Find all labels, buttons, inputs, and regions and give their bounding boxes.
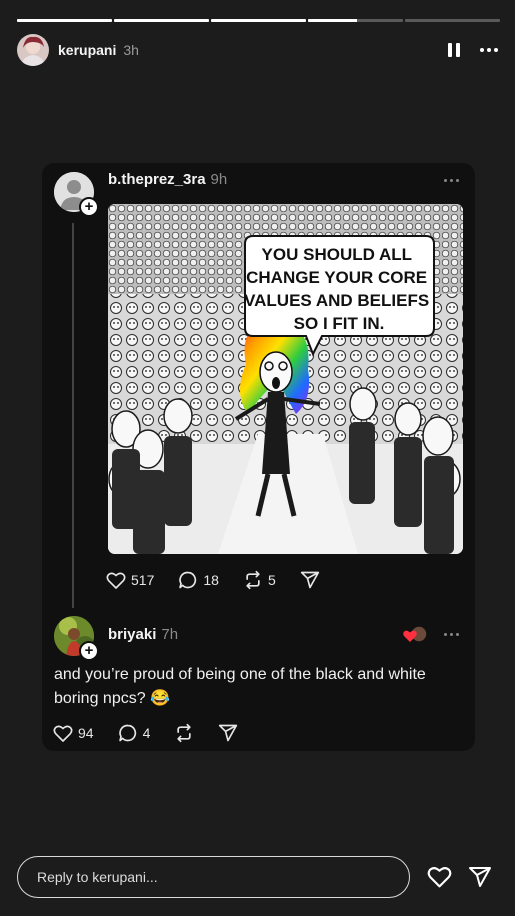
story-time: 3h [123, 42, 139, 58]
comment-count: 18 [203, 572, 219, 588]
progress-segment [308, 19, 403, 22]
post-more-icon[interactable] [444, 179, 459, 182]
progress-segment [211, 19, 306, 22]
reply-placeholder: Reply to kerupani... [37, 869, 158, 885]
repost-icon [174, 723, 194, 743]
meme-caption-line: CHANGE YOUR CORE [246, 268, 427, 287]
more-icon[interactable] [480, 48, 498, 52]
repost-button[interactable]: 5 [243, 570, 276, 590]
repost-icon [243, 570, 263, 590]
reply-more-icon[interactable] [444, 633, 459, 636]
story-avatar[interactable] [17, 34, 49, 66]
share-icon [300, 570, 320, 590]
comment-icon [118, 723, 138, 743]
follow-plus-icon[interactable]: + [79, 197, 99, 217]
reply-author[interactable]: briyaki 7h [108, 626, 178, 643]
pause-icon[interactable] [448, 43, 460, 57]
post-actions: 517 18 5 [106, 570, 344, 590]
post-time: 9h [210, 171, 228, 188]
like-button[interactable]: 517 [106, 571, 154, 590]
follow-plus-icon[interactable]: + [79, 641, 99, 661]
meme-caption-line: VALUES AND BELIEFS [244, 291, 429, 310]
post-author[interactable]: b.theprez_3ra 9h [108, 171, 227, 188]
heart-icon [53, 724, 73, 743]
post-image[interactable]: YOU SHOULD ALL CHANGE YOUR CORE VALUES A… [108, 204, 463, 554]
share-button[interactable] [300, 570, 320, 590]
like-count: 517 [131, 572, 155, 588]
story-reply-input[interactable]: Reply to kerupani... [17, 856, 410, 898]
story-progress [17, 19, 500, 22]
progress-segment [17, 19, 112, 22]
reply-text: and you’re proud of being one of the bla… [54, 666, 426, 707]
progress-segment [405, 19, 500, 22]
comment-button[interactable]: 18 [178, 570, 219, 590]
reaction-heart-icon [402, 625, 428, 645]
repost-count: 5 [267, 572, 276, 588]
reply-username[interactable]: briyaki [108, 626, 156, 643]
shared-thread-card[interactable]: + b.theprez_3ra 9h YOU SHOULD ALL CHANGE… [42, 163, 475, 751]
share-button[interactable] [218, 723, 238, 743]
reply-actions: 94 4 [53, 723, 262, 743]
story-header: kerupani 3h [17, 34, 498, 66]
heart-icon [106, 571, 126, 590]
repost-button[interactable] [174, 723, 194, 743]
meme-caption-line: YOU SHOULD ALL [262, 245, 412, 264]
like-button[interactable]: 94 [53, 724, 94, 743]
progress-segment [114, 19, 209, 22]
post-username[interactable]: b.theprez_3ra [108, 171, 206, 188]
reply-time: 7h [161, 626, 179, 643]
meme-caption-line: SO I FIT IN. [294, 314, 385, 333]
send-icon[interactable] [468, 865, 492, 894]
thread-line [72, 223, 74, 608]
story-username[interactable]: kerupani [58, 42, 116, 58]
comment-count: 4 [142, 725, 151, 741]
share-icon [218, 723, 238, 743]
like-story-heart-icon[interactable] [427, 865, 452, 894]
comment-icon [178, 570, 198, 590]
like-count: 94 [78, 725, 94, 741]
comment-button[interactable]: 4 [118, 723, 151, 743]
